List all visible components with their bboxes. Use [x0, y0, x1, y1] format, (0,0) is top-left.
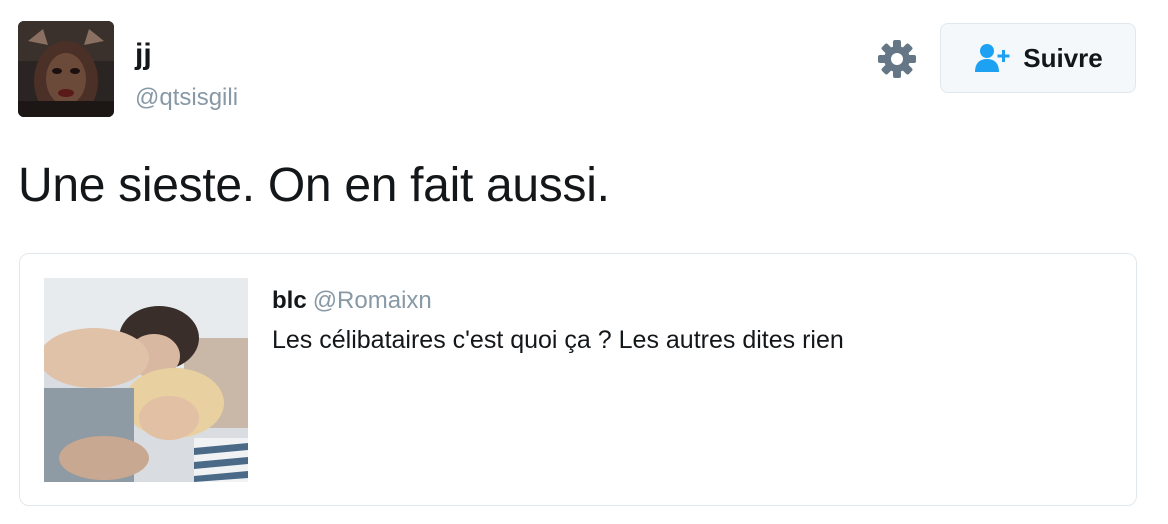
gear-icon[interactable] [876, 38, 918, 80]
quoted-tweet-media[interactable] [44, 278, 248, 482]
tweet-text: Une sieste. On en fait aussi. [18, 159, 610, 212]
quoted-tweet-text: Les célibataires c'est quoi ça ? Les aut… [272, 326, 844, 354]
follow-button-label: Suivre [1023, 42, 1103, 73]
tweet-container: jj @qtsisgili Suivre Une sieste. On en f… [0, 0, 1168, 524]
quoted-tweet-header: blc @Romaixn [272, 287, 432, 315]
avatar-photo-icon [18, 21, 114, 117]
author-display-name[interactable]: jj [135, 38, 152, 72]
author-avatar[interactable] [18, 21, 114, 117]
quoted-author-handle[interactable]: @Romaixn [313, 287, 432, 314]
author-screen-name[interactable]: @qtsisgili [135, 84, 238, 112]
photo-thumbnail-icon [44, 278, 248, 482]
follow-button[interactable]: Suivre [940, 23, 1136, 93]
quoted-author-name[interactable]: blc [272, 287, 307, 314]
follow-user-icon [975, 44, 1010, 72]
quoted-tweet-card[interactable]: blc @Romaixn Les célibataires c'est quoi … [19, 253, 1137, 506]
